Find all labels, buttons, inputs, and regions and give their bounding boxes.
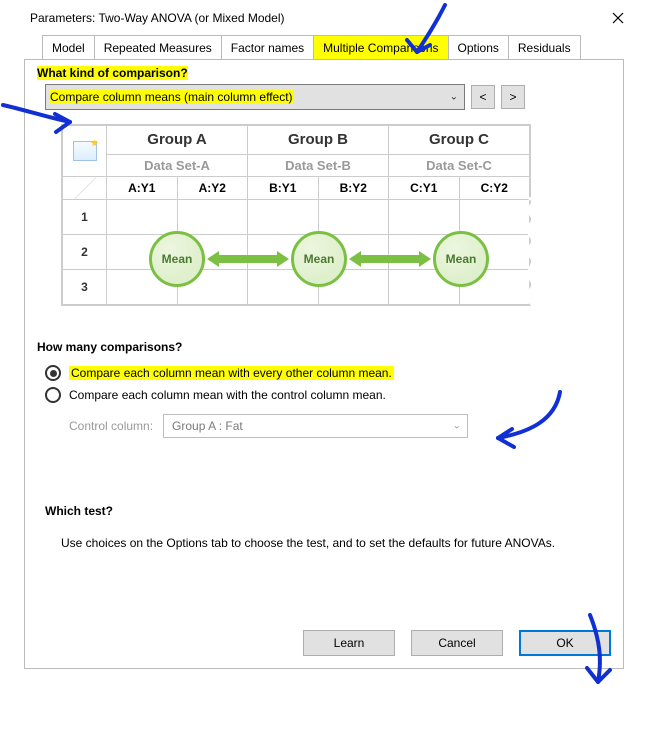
tab-factor-names[interactable]: Factor names <box>222 35 314 60</box>
control-column-row: Control column: Group A : Fat ⌄ <box>25 410 623 438</box>
comparison-dropdown[interactable]: Compare column means (main column effect… <box>45 84 465 110</box>
window-title: Parameters: Two-Way ANOVA (or Mixed Mode… <box>30 11 285 25</box>
close-button[interactable] <box>598 5 638 31</box>
tab-repeated-measures[interactable]: Repeated Measures <box>95 35 222 60</box>
titlebar: Parameters: Two-Way ANOVA (or Mixed Mode… <box>0 0 648 34</box>
chevron-down-icon: ⌄ <box>453 421 461 432</box>
chevron-down-icon: ⌄ <box>450 92 458 103</box>
next-comparison-button[interactable]: > <box>501 85 525 109</box>
tab-multiple-comparisons[interactable]: Multiple Comparisons <box>314 35 448 60</box>
radio-label: Compare each column mean with every othe… <box>69 366 394 380</box>
radio-every-other[interactable]: Compare each column mean with every othe… <box>45 362 603 384</box>
control-column-label: Control column: <box>69 419 153 433</box>
comparison-dropdown-value: Compare column means (main column effect… <box>50 90 293 104</box>
cancel-button[interactable]: Cancel <box>411 630 503 656</box>
prev-comparison-button[interactable]: < <box>471 85 495 109</box>
tab-residuals[interactable]: Residuals <box>509 35 581 60</box>
tab-options[interactable]: Options <box>449 35 509 60</box>
learn-button[interactable]: Learn <box>303 630 395 656</box>
ok-button[interactable]: OK <box>519 630 611 656</box>
table-icon <box>73 141 97 161</box>
heading-how-many: How many comparisons? <box>25 334 623 358</box>
tab-frame: What kind of comparison? Compare column … <box>24 59 624 669</box>
comparison-dropdown-row: Compare column means (main column effect… <box>25 84 623 118</box>
tab-model[interactable]: Model <box>42 35 95 60</box>
tabstrip: Model Repeated Measures Factor names Mul… <box>24 34 624 59</box>
radio-icon <box>45 365 61 381</box>
close-icon <box>612 12 624 24</box>
dialog-content: Model Repeated Measures Factor names Mul… <box>24 34 624 724</box>
dialog-buttons: Learn Cancel OK <box>303 630 611 656</box>
radio-label: Compare each column mean with the contro… <box>69 388 386 402</box>
comparison-diagram: Group A Group B Group C Data Set-A Data … <box>61 124 531 306</box>
radio-control-column[interactable]: Compare each column mean with the contro… <box>45 384 603 406</box>
radio-icon <box>45 387 61 403</box>
control-column-select: Group A : Fat ⌄ <box>163 414 468 438</box>
how-many-radios: Compare each column mean with every othe… <box>25 358 623 410</box>
heading-comparison-kind: What kind of comparison? <box>25 60 623 84</box>
which-test-text: Use choices on the Options tab to choose… <box>45 534 603 553</box>
which-test-section: Which test? Use choices on the Options t… <box>25 498 623 553</box>
heading-which-test: Which test? <box>45 498 603 522</box>
control-column-value: Group A : Fat <box>172 419 243 433</box>
